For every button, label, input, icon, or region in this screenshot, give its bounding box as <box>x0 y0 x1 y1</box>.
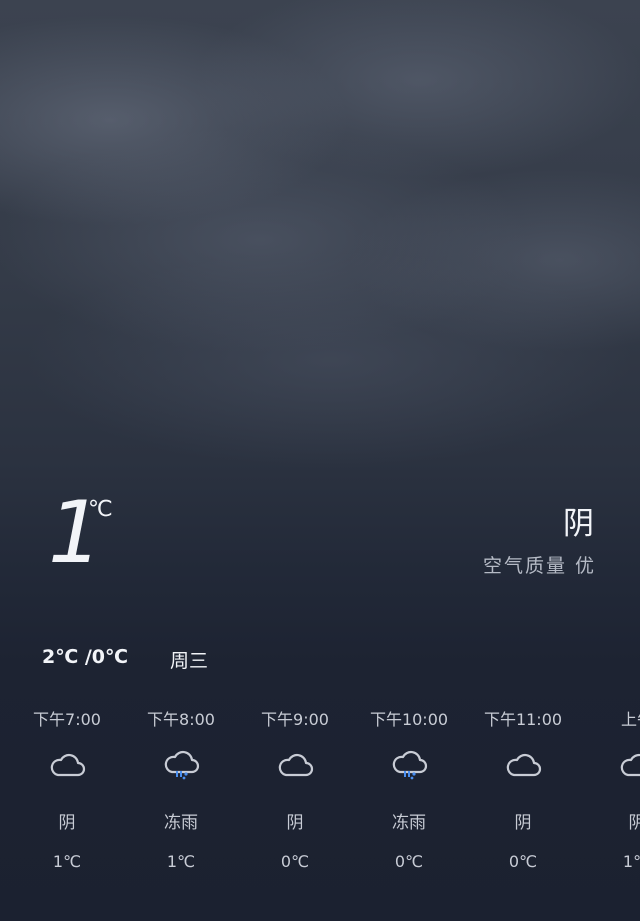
today-weekday: 周三 <box>170 650 209 672</box>
hourly-time: 下午7:00 <box>33 710 101 729</box>
hourly-condition: 阴 <box>514 813 532 833</box>
hourly-condition: 阴 <box>628 813 640 833</box>
hourly-time: 下午10:00 <box>369 710 449 729</box>
hourly-temperature: 1℃ <box>166 852 196 871</box>
hourly-time: 下午11:00 <box>483 710 563 729</box>
hourly-forecast[interactable]: 下午7:00 阴 1℃ 下午8:00 冻雨 1℃ 下午9:00 阴 0℃ 下午1… <box>0 700 640 900</box>
today-temperature-range: 2℃ /0℃ <box>42 646 129 668</box>
hourly-condition: 冻雨 <box>164 813 198 833</box>
hourly-time: 下午8:00 <box>147 710 215 729</box>
hourly-condition: 冻雨 <box>392 813 426 833</box>
freezing-rain-icon <box>392 750 428 780</box>
cloudy-icon <box>278 753 314 777</box>
air-quality: 空气质量 优 <box>482 555 596 577</box>
current-condition: 阴 <box>563 506 594 542</box>
hourly-temperature: 1℃ <box>622 852 640 871</box>
freezing-rain-icon <box>164 750 200 780</box>
hourly-temperature: 0℃ <box>394 852 424 871</box>
hourly-time: 下午9:00 <box>261 710 329 729</box>
hourly-condition: 阴 <box>58 813 76 833</box>
cloudy-icon <box>50 753 86 777</box>
cloudy-icon <box>620 753 640 777</box>
hourly-time: 上午 <box>620 710 640 729</box>
cloudy-icon <box>506 753 542 777</box>
hourly-temperature: 1℃ <box>52 852 82 871</box>
hourly-condition: 阴 <box>286 813 304 833</box>
temperature-unit: ℃ <box>88 497 113 522</box>
hourly-temperature: 0℃ <box>280 852 310 871</box>
hourly-temperature: 0℃ <box>508 852 538 871</box>
